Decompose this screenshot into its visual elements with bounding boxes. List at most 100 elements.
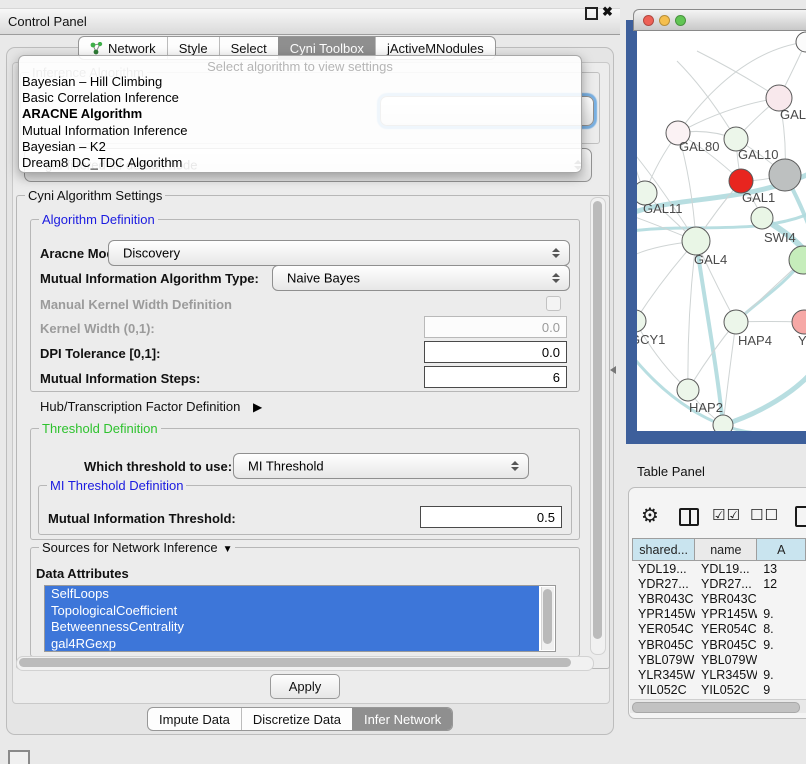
apply-button[interactable]: Apply — [270, 674, 340, 699]
list-scrollbar[interactable] — [541, 587, 554, 650]
node-attribute-table[interactable]: shared...nameAYDL19...YDL19...13YDR27...… — [632, 538, 806, 698]
table-row[interactable]: YLR345WYLR345W9. — [632, 667, 806, 682]
panel-collapse-arrow[interactable] — [610, 366, 616, 374]
network-edge-highlighted — [696, 241, 723, 425]
column-header-shared-[interactable]: shared... — [632, 538, 695, 561]
mi-algorithm-type-label: Mutual Information Algorithm Type: — [40, 271, 259, 286]
attribute-item-topologicalcoefficient[interactable]: TopologicalCoefficient — [45, 603, 539, 620]
mi-steps-label: Mutual Information Steps: — [40, 371, 200, 386]
node-gal10-label: GAL10 — [738, 147, 778, 162]
dropdown-item-bayesian-hill-climbing[interactable]: Bayesian – Hill Climbing — [19, 74, 581, 90]
dropdown-prompt: Select algorithm to view settings — [19, 56, 581, 74]
node-gal7-label: GAL7 — [780, 107, 806, 122]
network-window-titlebar[interactable] — [633, 9, 806, 31]
minimize-window-icon[interactable] — [659, 15, 670, 26]
table-cell: YBR045C — [632, 638, 695, 652]
hide-columns-icon[interactable]: ☐☐ — [750, 506, 779, 524]
data-attributes-list[interactable]: SelfLoopsTopologicalCoefficientBetweenne… — [44, 585, 556, 652]
close-window-icon[interactable] — [643, 15, 654, 26]
node-gcy1[interactable] — [637, 310, 646, 332]
attribute-item-gal4rgexp[interactable]: gal4RGexp — [45, 636, 539, 652]
collapse-down-icon[interactable]: ▼ — [223, 544, 233, 555]
close-panel-icon[interactable]: ✖ — [602, 4, 613, 20]
tab-discretize-data[interactable]: Discretize Data — [241, 708, 352, 730]
table-cell: YDL19... — [695, 562, 757, 576]
table-cell: YER054C — [632, 622, 695, 636]
node-hap4[interactable] — [724, 310, 748, 334]
table-row[interactable]: YER054CYER054C8. — [632, 622, 806, 637]
table-cell: YIL052C — [695, 683, 757, 697]
settings-horizontal-scrollbar[interactable] — [16, 656, 594, 671]
table-function-icon[interactable] — [795, 506, 806, 527]
float-panel-icon[interactable] — [585, 7, 598, 20]
tab-impute-data[interactable]: Impute Data — [148, 708, 241, 730]
node-swi4[interactable] — [751, 207, 773, 229]
mi-steps-field[interactable]: 6 — [424, 366, 567, 388]
hub-definition-toggle[interactable]: Hub/Transcription Factor Definition ▶ — [40, 399, 262, 414]
aracne-mode-combo[interactable]: Discovery — [108, 240, 570, 266]
dropdown-item-aracne-algorithm[interactable]: ARACNE Algorithm — [19, 106, 581, 122]
dpi-tolerance-value: 0.0 — [542, 345, 560, 360]
combo-arrows-icon — [552, 273, 560, 283]
dropdown-list: Bayesian – Hill ClimbingBasic Correlatio… — [19, 74, 581, 171]
panel-title: Control Panel — [8, 14, 87, 29]
network-edge — [637, 241, 696, 321]
dropdown-item-dream8-dc-tdc-algorithm[interactable]: Dream8 DC_TDC Algorithm — [19, 155, 581, 171]
tab-label: Infer Network — [364, 712, 441, 727]
app-root: Control Panel ✖ NetworkStyleSelectCyni T… — [0, 0, 806, 762]
table-cell: YDR27... — [632, 577, 695, 591]
combo-arrows-icon — [552, 248, 560, 258]
split-columns-icon[interactable] — [679, 508, 699, 526]
aracne-mode-value: Discovery — [123, 246, 180, 261]
mi-algorithm-type-combo[interactable]: Naive Bayes — [272, 265, 570, 291]
dropdown-item-bayesian-k2[interactable]: Bayesian – K2 — [19, 139, 581, 155]
which-threshold-combo[interactable]: MI Threshold — [233, 453, 529, 479]
manual-kernel-checkbox[interactable] — [546, 296, 561, 311]
table-cell: YLR345W — [632, 668, 695, 682]
column-header-a[interactable]: A — [757, 538, 806, 561]
table-header-row: shared...nameA — [632, 538, 806, 561]
gear-icon[interactable]: ⚙ — [641, 503, 659, 527]
mi-threshold-field[interactable]: 0.5 — [420, 506, 562, 528]
manual-kernel-label: Manual Kernel Width Definition — [40, 297, 232, 312]
column-header-name[interactable]: name — [695, 538, 757, 561]
dropdown-item-mutual-information-inference[interactable]: Mutual Information Inference — [19, 123, 581, 139]
cyni-bottom-tabs: Impute DataDiscretize Data Infer Network — [147, 707, 453, 731]
node-unlabeled-bottom[interactable] — [713, 415, 733, 431]
network-canvas[interactable]: GAL7GAL80GAL10GAL1GAL11SWI4GAL4GCY1HAP4Y… — [637, 31, 806, 431]
node-gal4[interactable] — [682, 227, 710, 255]
node-y-partial[interactable] — [792, 310, 806, 334]
node-y-partial-label: YJ — [798, 333, 806, 348]
table-row[interactable]: YPR145WYPR145W9. — [632, 607, 806, 622]
table-row[interactable]: YBR043CYBR043C — [632, 591, 806, 606]
table-row[interactable]: YBR045CYBR045C9. — [632, 637, 806, 652]
dropdown-item-basic-correlation-inference[interactable]: Basic Correlation Inference — [19, 90, 581, 106]
table-row[interactable]: YIL052CYIL052C9 — [632, 683, 806, 698]
node-unlabeled-green[interactable] — [789, 246, 806, 274]
kernel-width-field[interactable]: 0.0 — [424, 316, 567, 338]
table-cell: 9. — [757, 607, 806, 621]
attribute-item-betweennesscentrality[interactable]: BetweennessCentrality — [45, 619, 539, 636]
dpi-tolerance-field[interactable]: 0.0 — [424, 341, 567, 363]
node-unlabeled-gray[interactable] — [769, 159, 801, 191]
attribute-item-selfloops[interactable]: SelfLoops — [45, 586, 539, 603]
tab-label: Cyni Toolbox — [290, 41, 364, 56]
table-horizontal-scrollbar[interactable] — [630, 699, 806, 713]
zoom-window-icon[interactable] — [675, 15, 686, 26]
table-row[interactable]: YBL079WYBL079W — [632, 652, 806, 667]
table-panel-title: Table Panel — [637, 464, 705, 479]
table-row[interactable]: YDL19...YDL19...13 — [632, 561, 806, 576]
show-columns-icon[interactable]: ☑☑ — [712, 506, 741, 524]
network-icon — [90, 42, 103, 55]
tab-infer-network[interactable]: Infer Network — [352, 708, 452, 730]
table-row[interactable]: YDR27...YDR27...12 — [632, 576, 806, 591]
settings-vertical-scrollbar[interactable] — [590, 197, 606, 655]
kernel-width-value: 0.0 — [542, 320, 560, 335]
node-hap2[interactable] — [677, 379, 699, 401]
expand-right-icon: ▶ — [253, 400, 262, 414]
node-hap2-label: HAP2 — [689, 400, 723, 415]
table-cell: 9. — [757, 668, 806, 682]
table-cell: YBR043C — [695, 592, 757, 606]
table-cell: 13 — [757, 562, 806, 576]
node-unlabeled-top[interactable] — [796, 32, 806, 52]
